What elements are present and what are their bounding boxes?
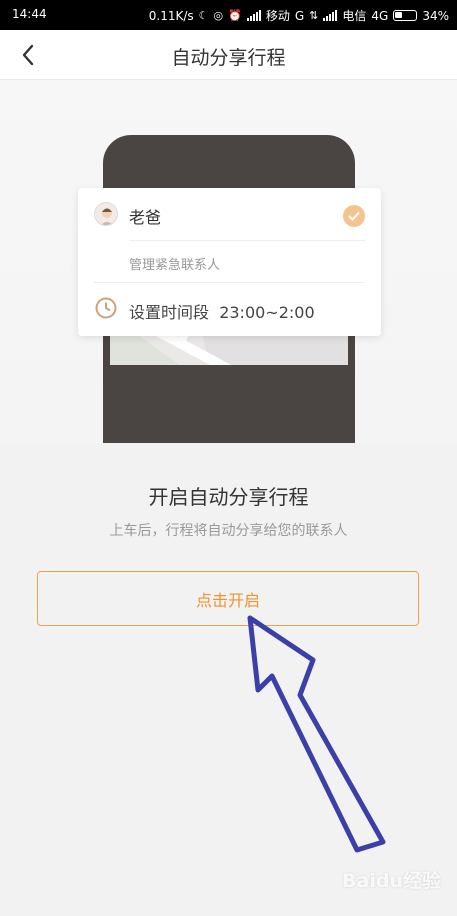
contact-name: 老爸 xyxy=(129,208,162,227)
alarm-icon: ⏰ xyxy=(228,9,242,22)
battery-icon xyxy=(393,10,418,21)
contact-card: 老爸 管理紧急联系人 设置时间段 23:00~2:00 xyxy=(78,188,381,336)
moon-icon: ☾ xyxy=(198,9,209,22)
divider xyxy=(94,282,365,283)
status-bar: 14:44 0.11K/s ☾ ◎ ⏰ 移动 G ⇅ 电信 4G 34% xyxy=(0,0,457,30)
feature-title: 开启自动分享行程 xyxy=(148,485,309,509)
status-time: 14:44 xyxy=(12,7,47,21)
data-arrows-icon: ⇅ xyxy=(309,9,319,22)
feature-description: 上车后，行程将自动分享给您的联系人 xyxy=(109,523,348,539)
sync-icon: ◎ xyxy=(213,9,224,22)
signal-icon-2 xyxy=(323,10,338,21)
page-title: 自动分享行程 xyxy=(171,47,286,69)
carrier-2: 电信 xyxy=(342,9,367,23)
enable-button[interactable]: 点击开启 xyxy=(37,571,419,626)
signal-icon xyxy=(246,10,261,21)
watermark-logo: Baidu经验 xyxy=(342,870,441,892)
status-right: 0.11K/s ☾ ◎ ⏰ 移动 G ⇅ 电信 4G 34% xyxy=(149,7,449,24)
nav-header: 自动分享行程 xyxy=(0,30,457,80)
avatar xyxy=(94,202,118,226)
manage-contacts-link[interactable]: 管理紧急联系人 xyxy=(129,254,220,273)
network-type-1: G xyxy=(294,8,305,23)
clock-icon xyxy=(95,297,117,319)
carrier-1: 移动 xyxy=(265,9,290,23)
battery-level: 34% xyxy=(422,8,449,23)
time-range-value: 23:00~2:00 xyxy=(219,303,315,322)
time-setting-label: 设置时间段 xyxy=(129,303,210,322)
network-type-2: 4G xyxy=(371,8,389,23)
time-setting[interactable]: 设置时间段 23:00~2:00 xyxy=(129,299,315,323)
network-speed: 0.11K/s xyxy=(148,8,194,23)
check-icon[interactable] xyxy=(343,205,365,227)
divider xyxy=(129,240,365,241)
